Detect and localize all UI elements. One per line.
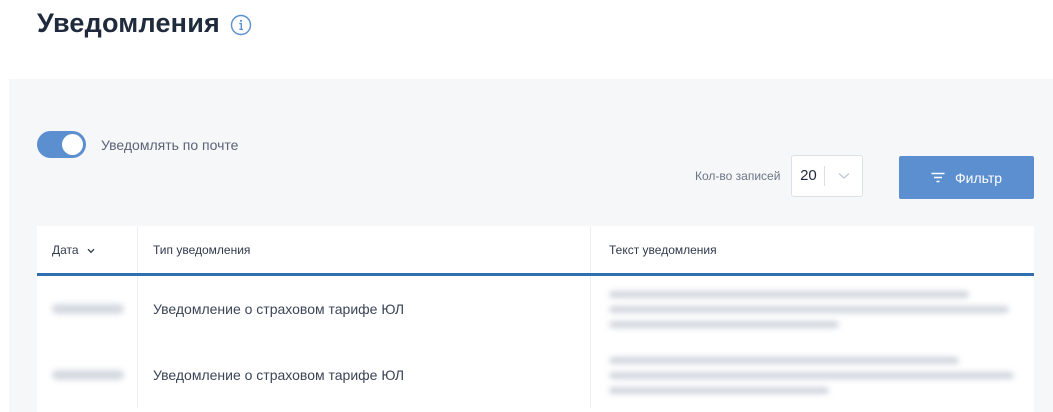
cell-text xyxy=(590,276,1034,342)
toggle-knob xyxy=(62,134,83,155)
blurred-text xyxy=(609,290,1009,328)
cell-date xyxy=(37,276,137,342)
records-select[interactable]: 20 xyxy=(791,155,864,197)
page-header: Уведомления xyxy=(37,8,252,39)
email-notify-toggle[interactable] xyxy=(37,131,86,158)
chevron-down-icon xyxy=(825,172,862,180)
table-row[interactable]: Уведомление о страховом тарифе ЮЛ xyxy=(37,342,1034,408)
records-label: Кол-во записей xyxy=(695,169,781,183)
column-header-label: Дата xyxy=(52,242,79,257)
page-title: Уведомления xyxy=(37,8,220,38)
email-notify-row: Уведомлять по почте xyxy=(37,131,238,158)
table-header: Дата Тип уведомления Текст уведомления xyxy=(37,226,1034,276)
column-header-type: Тип уведомления xyxy=(137,226,590,273)
blurred-date xyxy=(52,304,124,314)
filter-icon xyxy=(931,170,945,186)
records-per-page: Кол-во записей 20 xyxy=(695,155,864,197)
blurred-text xyxy=(609,356,1014,394)
cell-text xyxy=(590,342,1034,408)
column-header-text: Текст уведомления xyxy=(590,226,1034,273)
notifications-panel: Уведомлять по почте Кол-во записей 20 Фи… xyxy=(9,79,1053,412)
cell-type: Уведомление о страховом тарифе ЮЛ xyxy=(137,342,590,408)
cell-date xyxy=(37,342,137,408)
column-header-date[interactable]: Дата xyxy=(37,226,137,273)
notifications-table: Дата Тип уведомления Текст уведомления У… xyxy=(37,226,1034,412)
column-header-label: Тип уведомления xyxy=(153,242,251,257)
email-notify-label: Уведомлять по почте xyxy=(101,136,239,153)
blurred-date xyxy=(52,370,124,380)
chevron-down-icon xyxy=(87,243,95,257)
column-header-label: Текст уведомления xyxy=(609,242,717,257)
records-value: 20 xyxy=(792,166,826,186)
info-icon[interactable] xyxy=(230,14,252,36)
cell-type: Уведомление о страховом тарифе ЮЛ xyxy=(137,276,590,342)
filter-button[interactable]: Фильтр xyxy=(899,156,1034,199)
table-row[interactable]: Уведомление о страховом тарифе ЮЛ xyxy=(37,276,1034,342)
filter-button-label: Фильтр xyxy=(954,169,1003,186)
